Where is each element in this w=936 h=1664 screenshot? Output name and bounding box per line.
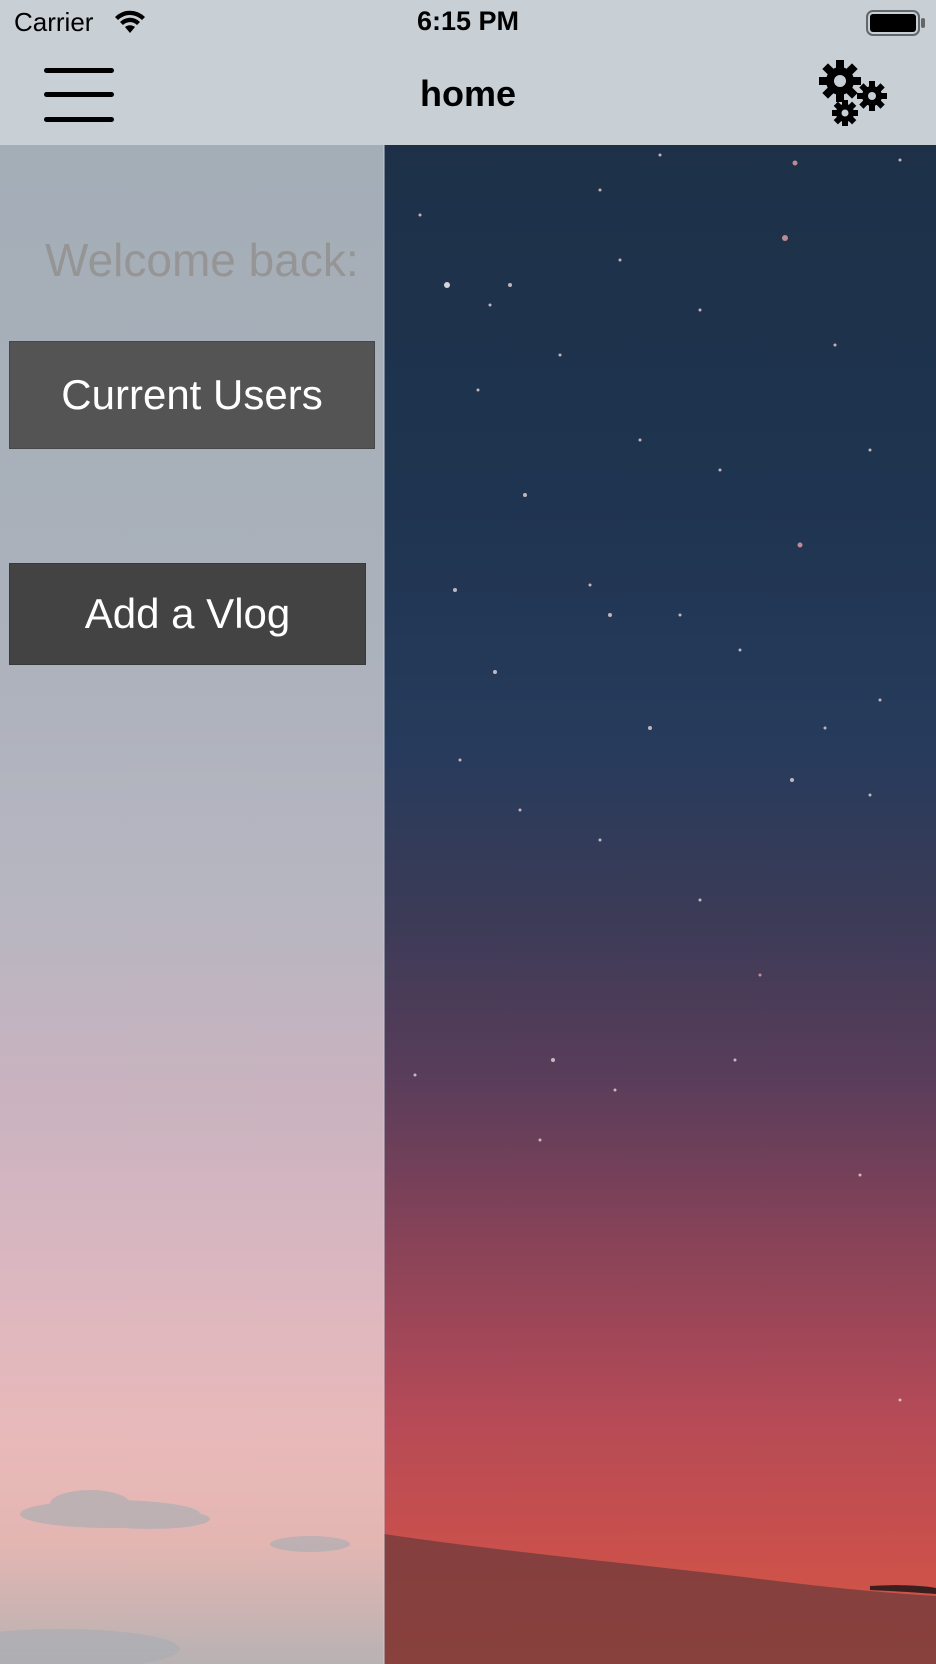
page-title: home [419,73,516,114]
welcome-text: Welcome back: [45,234,359,286]
status-time: 6:15 PM [416,6,520,36]
battery-icon [866,10,925,36]
side-drawer: Welcome back: Current Users Add a Vlog [0,145,384,1664]
gears-icon[interactable] [815,56,895,130]
home-screen: Welcome back: Current Users Add a Vlog C… [0,0,936,1664]
add-vlog-button[interactable]: Add a Vlog [9,563,366,665]
current-users-button[interactable]: Current Users [9,341,375,449]
drawer-clouds-background [0,1490,350,1664]
top-bar: Carrier 6:15 PM home [0,0,936,145]
drawer-edge [383,145,385,1664]
